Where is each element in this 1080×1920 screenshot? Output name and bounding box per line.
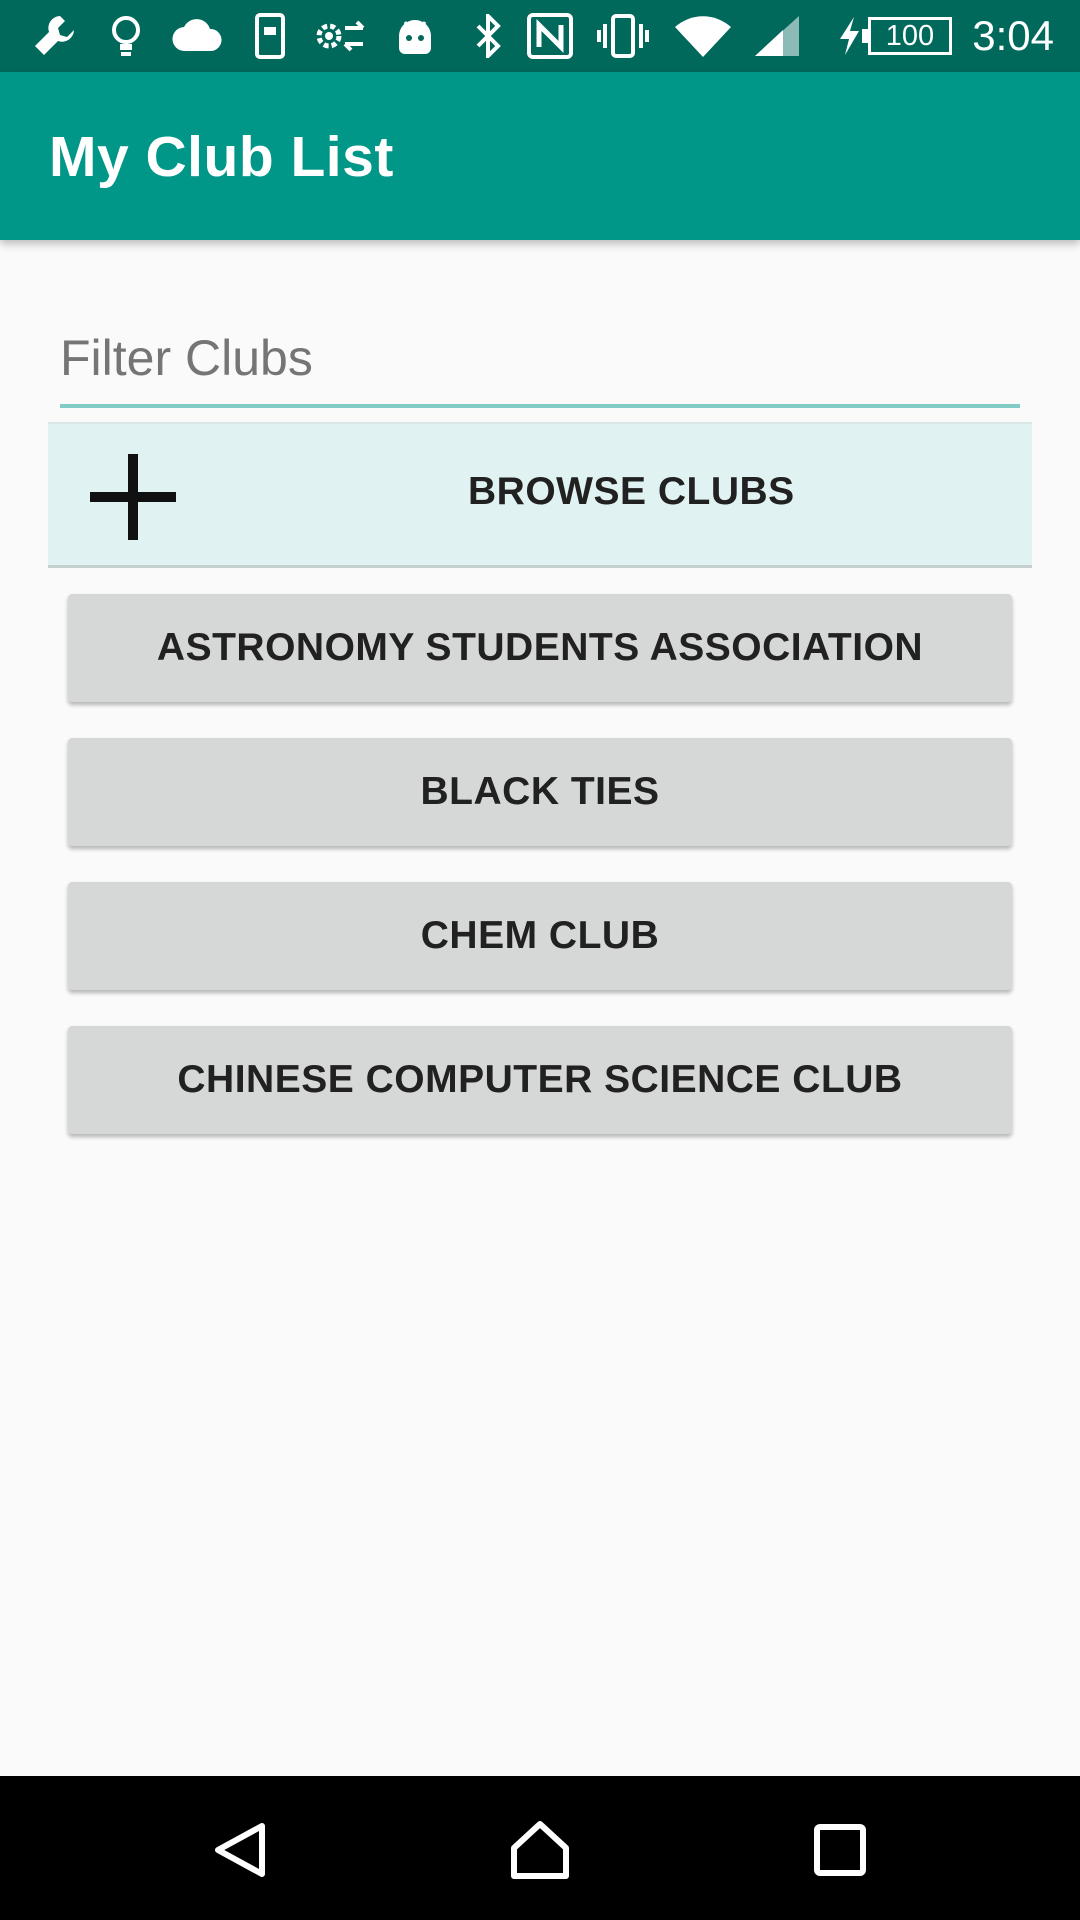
club-button[interactable]: BLACK TIES	[68, 738, 1012, 846]
browse-clubs-label: BROWSE CLUBS	[468, 470, 795, 513]
browse-clubs-button[interactable]: BROWSE CLUBS	[48, 422, 1032, 568]
nfc-icon	[526, 12, 574, 60]
back-icon[interactable]	[202, 1812, 278, 1888]
status-bar: 100 3:04	[0, 0, 1080, 72]
club-button[interactable]: CHINESE COMPUTER SCIENCE CLUB	[68, 1026, 1012, 1134]
wifi-icon	[672, 12, 734, 60]
bluetooth-icon	[470, 12, 506, 60]
wrench-icon	[28, 12, 80, 60]
navigation-bar	[0, 1776, 1080, 1920]
club-button[interactable]: ASTRONOMY STUDENTS ASSOCIATION	[68, 594, 1012, 702]
cloud-icon	[170, 12, 226, 60]
app-bar: My Club List	[0, 72, 1080, 240]
status-time: 3:04	[972, 12, 1054, 59]
vibrate-icon	[594, 12, 652, 60]
club-button[interactable]: CHEM CLUB	[68, 882, 1012, 990]
battery-icon: 100	[862, 17, 952, 55]
club-list: ASTRONOMY STUDENTS ASSOCIATION BLACK TIE…	[68, 594, 1012, 1170]
signal-icon	[752, 12, 802, 60]
device-icon	[252, 12, 288, 60]
recents-icon[interactable]	[802, 1812, 878, 1888]
charging-icon	[834, 12, 864, 60]
filter-input[interactable]	[60, 320, 1020, 396]
android-icon	[394, 12, 436, 60]
settings-sync-icon	[314, 12, 368, 60]
plus-icon	[90, 454, 176, 540]
lightbulb-icon	[104, 12, 148, 60]
filter-field[interactable]	[60, 320, 1020, 408]
page-title: My Club List	[49, 125, 394, 189]
battery-level: 100	[885, 19, 935, 52]
home-icon[interactable]	[502, 1812, 578, 1888]
